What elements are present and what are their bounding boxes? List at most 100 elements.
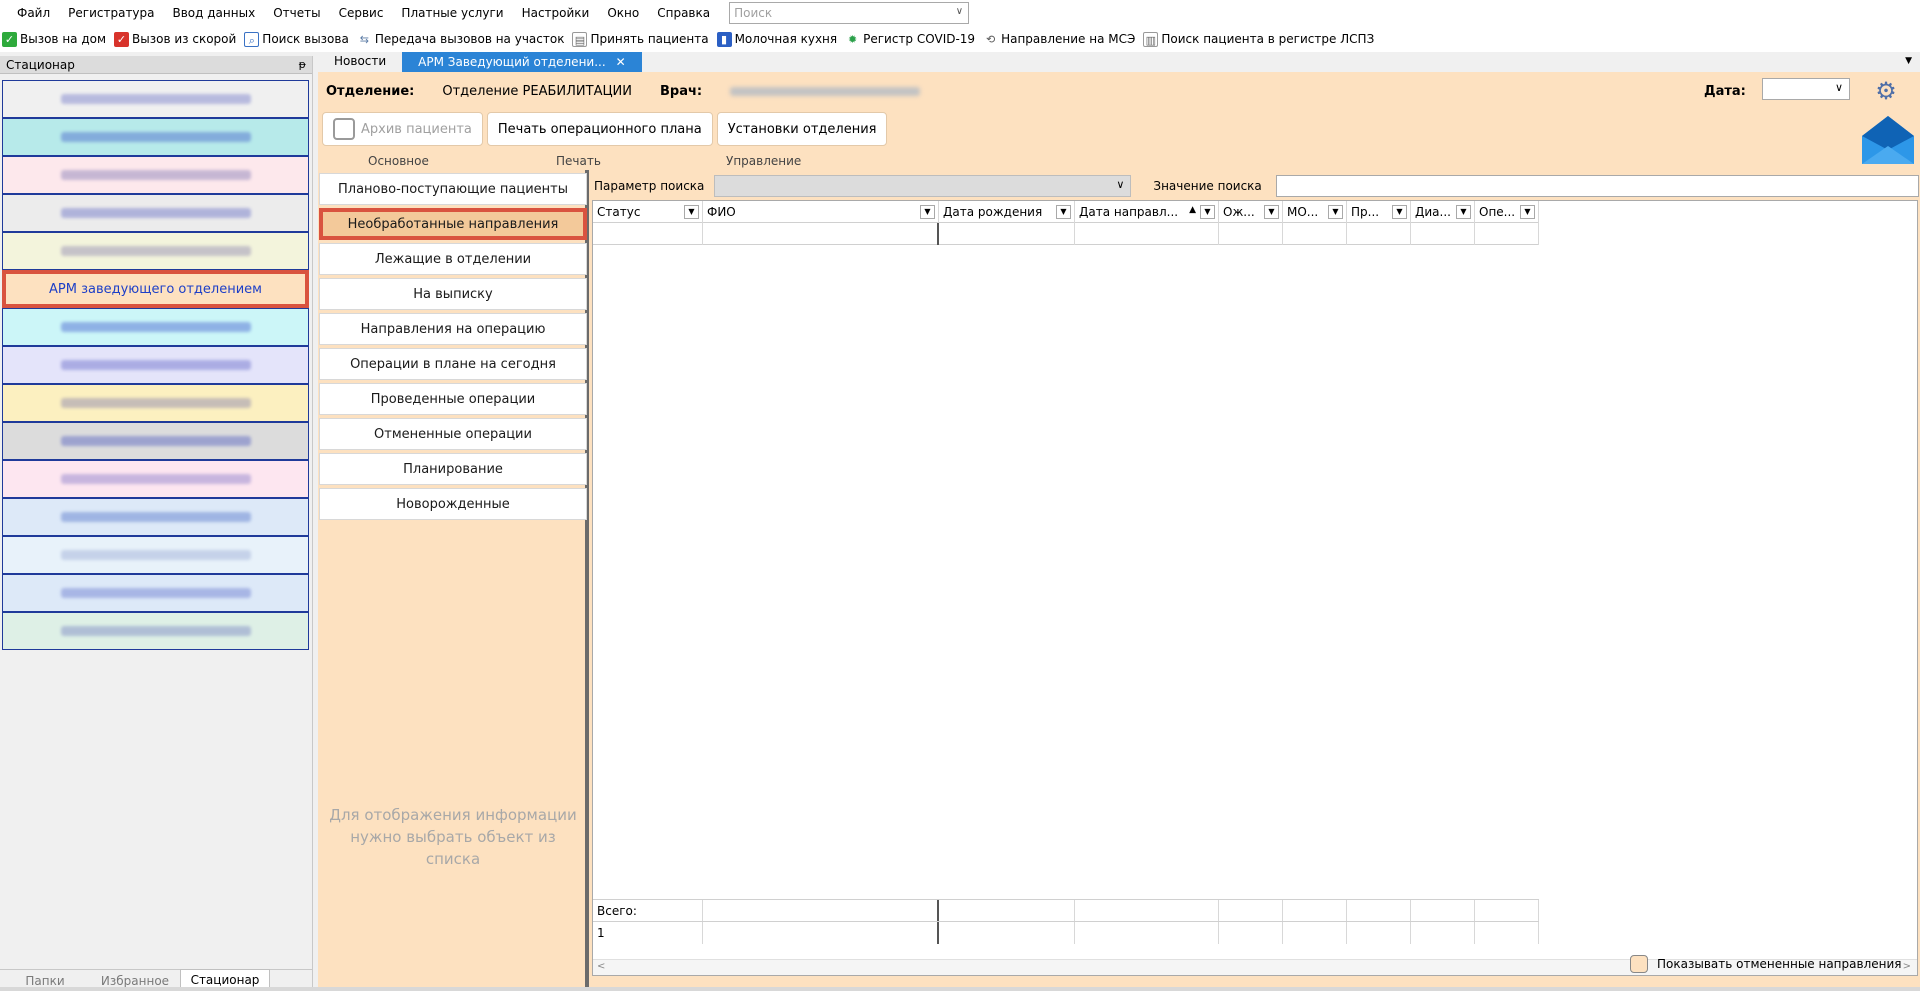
scroll-right-icon[interactable]: >: [1903, 961, 1911, 972]
workplace-item[interactable]: [2, 232, 309, 270]
workplace-item[interactable]: [2, 574, 309, 612]
close-icon[interactable]: ✕: [616, 55, 626, 69]
nav-item[interactable]: Отмененные операции: [319, 418, 587, 450]
workplace-item[interactable]: АРМ заведующего отделением: [2, 270, 309, 308]
global-search-input[interactable]: Поиск ∨: [729, 2, 970, 24]
table-cell[interactable]: [1347, 223, 1411, 245]
menu-reports[interactable]: Отчеты: [264, 6, 329, 20]
workplace-item[interactable]: [2, 536, 309, 574]
toolbar-home-call[interactable]: ✓ Вызов на дом: [2, 31, 106, 47]
menu-window[interactable]: Окно: [598, 6, 648, 20]
table-cell[interactable]: [1219, 223, 1283, 245]
column-header[interactable]: ФИО ▼: [703, 201, 939, 223]
nav-item[interactable]: Планирование: [319, 453, 587, 485]
toolbar-transfer-calls[interactable]: ⇆ Передача вызовов на участок: [356, 31, 564, 47]
workplace-item[interactable]: [2, 612, 309, 650]
toolbar-search-call[interactable]: ⌕ Поиск вызова: [244, 31, 349, 47]
workplace-item[interactable]: [2, 498, 309, 536]
search-param-select[interactable]: ∨: [714, 175, 1132, 197]
workplace-item[interactable]: [2, 194, 309, 232]
nav-item[interactable]: Направления на операцию: [319, 313, 587, 345]
table-cell[interactable]: [1075, 223, 1219, 245]
archive-patient-button[interactable]: Архив пациента: [322, 112, 483, 146]
search-value-label: Значение поиска: [1153, 179, 1262, 193]
chevron-down-icon[interactable]: ∨: [956, 6, 963, 17]
column-header[interactable]: Ож... ▼: [1219, 201, 1283, 223]
toolbar-mse-referral[interactable]: ⟲ Направление на МСЭ: [983, 31, 1135, 47]
total-cell: [1475, 900, 1539, 922]
filter-dropdown-icon[interactable]: ▼: [1456, 205, 1471, 219]
table-cell[interactable]: [703, 223, 939, 245]
table-cell[interactable]: [939, 223, 1075, 245]
toolbar-label: Поиск пациента в регистре ЛСПЗ: [1161, 32, 1375, 46]
workplace-item[interactable]: [2, 346, 309, 384]
column-header[interactable]: Опе... ▼: [1475, 201, 1539, 223]
chevron-down-icon[interactable]: ∨: [1835, 81, 1843, 94]
filter-dropdown-icon[interactable]: ▼: [684, 205, 699, 219]
filter-dropdown-icon[interactable]: ▼: [1328, 205, 1343, 219]
filter-dropdown-icon[interactable]: ▼: [1264, 205, 1279, 219]
column-header[interactable]: Дата направл... ▲ ▼: [1075, 201, 1219, 223]
column-header[interactable]: Пр... ▼: [1347, 201, 1411, 223]
filter-dropdown-icon[interactable]: ▼: [1200, 205, 1215, 219]
tab-head-workplace[interactable]: АРМ Заведующий отделени... ✕: [402, 52, 642, 72]
toolbar-accept-patient[interactable]: ▤ Принять пациента: [572, 31, 709, 47]
column-header-label: Диа...: [1415, 205, 1451, 219]
gear-icon[interactable]: ⚙: [1873, 78, 1899, 104]
column-header[interactable]: Дата рождения ▼: [939, 201, 1075, 223]
menu-paid-services[interactable]: Платные услуги: [392, 6, 512, 20]
nav-item[interactable]: Планово-поступающие пациенты: [319, 173, 587, 205]
table-cell[interactable]: [1411, 223, 1475, 245]
department-settings-button[interactable]: Установки отделения: [716, 112, 888, 146]
menu-registry[interactable]: Регистратура: [59, 6, 163, 20]
workplace-item[interactable]: [2, 80, 309, 118]
menu-data-entry[interactable]: Ввод данных: [164, 6, 265, 20]
nav-item[interactable]: Операции в плане на сегодня: [319, 348, 587, 380]
column-header-label: МО...: [1287, 205, 1319, 219]
menu-settings[interactable]: Настройки: [513, 6, 599, 20]
nav-item[interactable]: Необработанные направления: [319, 208, 587, 240]
show-cancelled-toggle[interactable]: Показывать отмененные направления: [1630, 955, 1902, 973]
print-operation-plan-button[interactable]: Печать операционного плана: [486, 112, 713, 146]
menu-file[interactable]: Файл: [8, 6, 59, 20]
table-cell[interactable]: [593, 223, 703, 245]
tab-news[interactable]: Новости: [318, 52, 402, 72]
search-value-input[interactable]: [1275, 175, 1919, 197]
menu-help[interactable]: Справка: [648, 6, 719, 20]
chevron-down-icon[interactable]: ▼: [1905, 56, 1912, 66]
workplace-item[interactable]: [2, 422, 309, 460]
toolbar-ambulance-call[interactable]: ✓ Вызов из скорой: [114, 31, 236, 47]
column-header[interactable]: Диа... ▼: [1411, 201, 1475, 223]
sort-ascending-icon[interactable]: ▲: [1189, 205, 1196, 215]
column-header[interactable]: МО... ▼: [1283, 201, 1347, 223]
table-cell[interactable]: [1283, 223, 1347, 245]
workplace-item[interactable]: [2, 384, 309, 422]
filter-dropdown-icon[interactable]: ▼: [1392, 205, 1407, 219]
filter-dropdown-icon[interactable]: ▼: [920, 205, 935, 219]
show-cancelled-checkbox[interactable]: [1630, 955, 1648, 973]
toolbar-lspz-search[interactable]: ▥ Поиск пациента в регистре ЛСПЗ: [1143, 31, 1375, 47]
column-header[interactable]: Статус ▼: [593, 201, 703, 223]
toolbar-label: Поиск вызова: [262, 32, 349, 46]
toolbar-covid-registry[interactable]: ✹ Регистр COVID-19: [845, 31, 975, 47]
nav-item[interactable]: Лежащие в отделении: [319, 243, 587, 275]
scroll-left-icon[interactable]: <: [597, 961, 605, 972]
nav-item[interactable]: Новорожденные: [319, 488, 587, 520]
menu-service[interactable]: Сервис: [330, 6, 393, 20]
pin-icon[interactable]: ᵽ: [299, 58, 306, 71]
nav-item[interactable]: На выписку: [319, 278, 587, 310]
filter-dropdown-icon[interactable]: ▼: [1520, 205, 1535, 219]
chevron-down-icon[interactable]: ∨: [1116, 178, 1124, 191]
filter-dropdown-icon[interactable]: ▼: [1056, 205, 1071, 219]
workplace-item[interactable]: [2, 308, 309, 346]
toolbar-milk-kitchen[interactable]: ▮ Молочная кухня: [716, 31, 837, 47]
workplace-item[interactable]: [2, 156, 309, 194]
workplace-item[interactable]: [2, 460, 309, 498]
table-row[interactable]: [593, 223, 1539, 245]
mail-icon[interactable]: [1860, 114, 1916, 166]
table-cell[interactable]: [1475, 223, 1539, 245]
date-picker[interactable]: ∨: [1762, 78, 1850, 100]
tab-head-workplace-label: АРМ Заведующий отделени...: [418, 55, 606, 69]
nav-item[interactable]: Проведенные операции: [319, 383, 587, 415]
workplace-item[interactable]: [2, 118, 309, 156]
